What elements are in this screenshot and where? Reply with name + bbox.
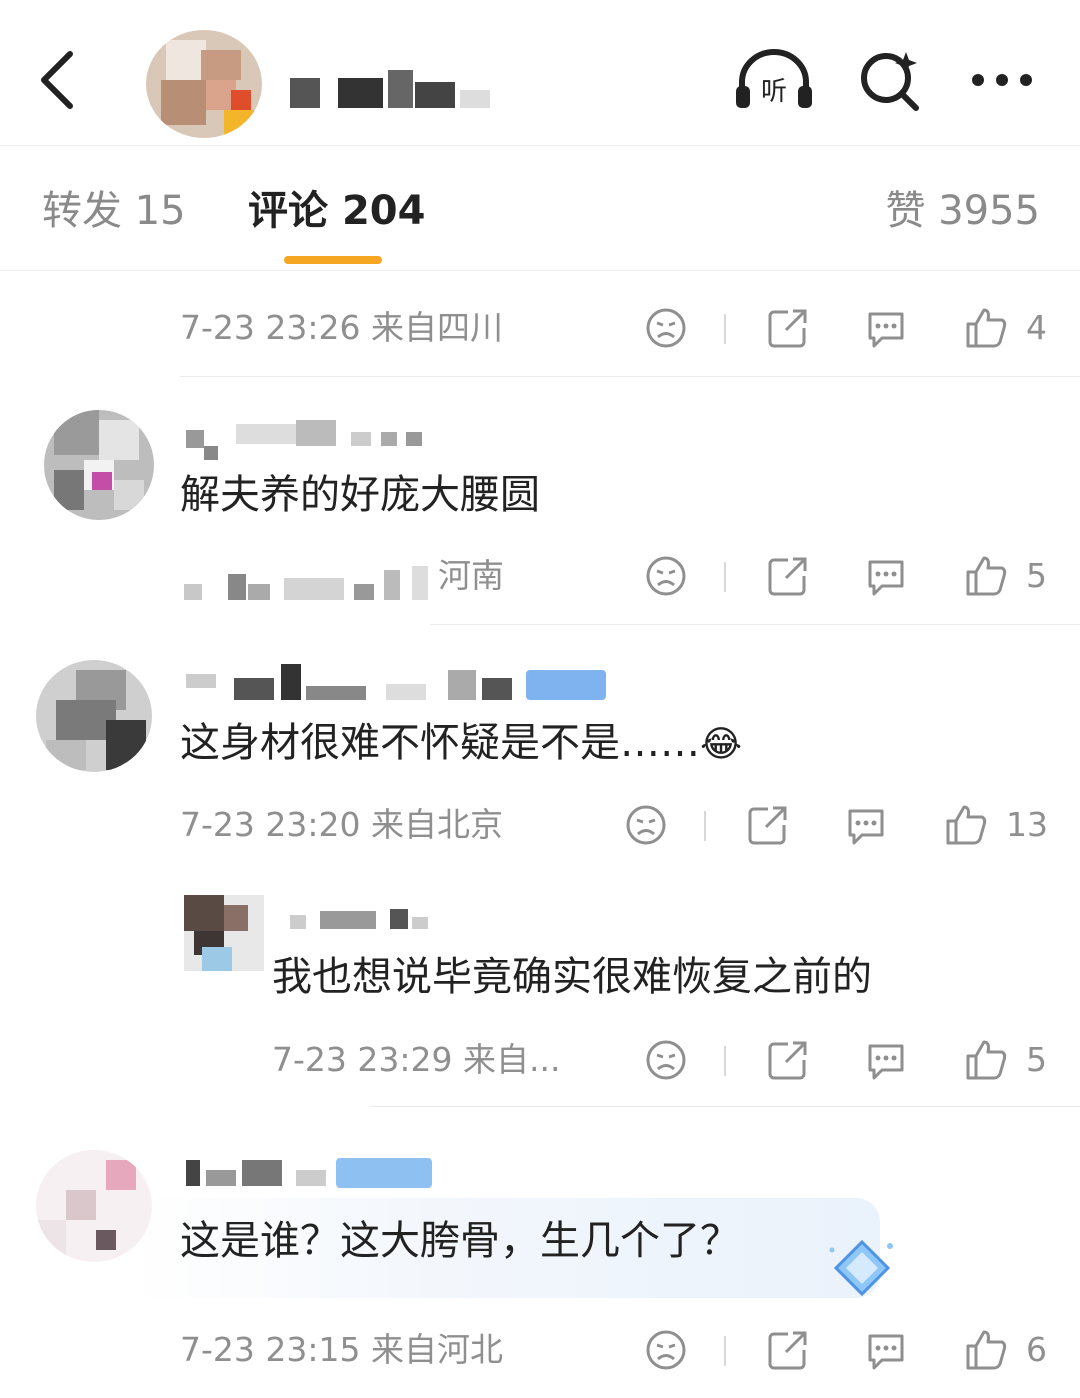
username-blurred[interactable] <box>186 1156 436 1190</box>
comment-meta: 7-23 23:26 来自四川 <box>180 308 503 347</box>
search-icon[interactable] <box>858 48 922 112</box>
tab-repost[interactable]: 转发 15 <box>42 186 186 236</box>
reply-icon[interactable] <box>864 1038 908 1082</box>
like-icon[interactable] <box>964 1328 1008 1372</box>
username-blurred[interactable] <box>186 664 616 704</box>
divider <box>370 1106 1080 1107</box>
share-icon[interactable] <box>766 306 810 350</box>
tab-comment-label: 评论 <box>248 188 328 234</box>
share-icon[interactable] <box>766 1328 810 1372</box>
share-icon[interactable] <box>746 803 790 847</box>
dislike-icon[interactable] <box>624 803 668 847</box>
tab-like-label: 赞 <box>885 188 926 234</box>
comment-actions: 6 <box>640 1328 1060 1378</box>
author-name-blurred[interactable] <box>290 70 490 110</box>
comment-location: 河南 <box>438 556 504 595</box>
listen-icon[interactable]: 听 <box>734 48 814 112</box>
dislike-icon[interactable] <box>644 554 688 598</box>
like-icon[interactable] <box>964 306 1008 350</box>
tab-bar: 转发 15 评论 204 赞 3955 <box>0 146 1080 271</box>
dislike-icon[interactable] <box>644 1038 688 1082</box>
divider <box>704 811 706 841</box>
avatar[interactable] <box>36 660 152 772</box>
like-count: 6 <box>1026 1330 1047 1369</box>
reply-icon[interactable] <box>864 1328 908 1372</box>
tab-repost-label: 转发 <box>42 188 122 234</box>
comment-actions: 5 <box>640 1038 1060 1088</box>
tab-comment[interactable]: 评论 204 <box>248 186 425 236</box>
dislike-icon[interactable] <box>644 306 688 350</box>
comment-meta: 7-23 23:29 来自... <box>272 1040 561 1079</box>
reply-icon[interactable] <box>844 803 888 847</box>
reply-icon[interactable] <box>864 554 908 598</box>
like-count: 4 <box>1026 308 1047 347</box>
divider <box>430 624 1080 625</box>
comment-actions: 13 <box>620 803 1060 853</box>
username-blurred[interactable] <box>290 905 440 935</box>
svg-text:听: 听 <box>761 77 787 107</box>
divider <box>724 1046 726 1076</box>
laugh-cry-emoji-icon: 😂 <box>700 724 743 765</box>
tab-repost-count: 15 <box>134 188 186 234</box>
divider <box>180 376 1080 377</box>
avatar[interactable] <box>44 410 154 520</box>
comment-text: 这是谁？这大胯骨，生几个了？ <box>180 1218 740 1264</box>
comment-meta-blurred <box>184 560 434 602</box>
divider <box>724 314 726 344</box>
divider <box>724 562 726 592</box>
tab-like-count: 3955 <box>938 188 1040 234</box>
divider <box>724 1336 726 1366</box>
like-icon[interactable] <box>964 554 1008 598</box>
comment-text-body: 这身材很难不怀疑是不是…… <box>180 720 700 766</box>
comment-text: 解夫养的好庞大腰圆 <box>180 472 540 518</box>
tab-comment-count: 204 <box>341 188 426 234</box>
reply-icon[interactable] <box>864 306 908 350</box>
share-icon[interactable] <box>766 1038 810 1082</box>
comment-actions: 4 <box>640 306 1060 356</box>
comment-text: 这身材很难不怀疑是不是……😂 <box>180 718 742 770</box>
comment-text: 我也想说毕竟确实很难恢复之前的 <box>272 954 872 1000</box>
comment-meta: 7-23 23:20 来自北京 <box>180 805 503 844</box>
tab-like[interactable]: 赞 3955 <box>885 186 1040 236</box>
more-icon[interactable] <box>970 72 1034 88</box>
comment-meta: 7-23 23:15 来自河北 <box>180 1330 503 1369</box>
dislike-icon[interactable] <box>644 1328 688 1372</box>
diamond-badge-icon <box>826 1238 898 1298</box>
like-icon[interactable] <box>964 1038 1008 1082</box>
back-icon[interactable] <box>36 50 80 110</box>
like-count: 13 <box>1006 805 1048 844</box>
author-avatar[interactable] <box>146 30 262 138</box>
active-tab-indicator <box>284 256 382 264</box>
avatar[interactable] <box>184 895 264 971</box>
like-count: 5 <box>1026 556 1047 595</box>
like-icon[interactable] <box>944 803 988 847</box>
share-icon[interactable] <box>766 554 810 598</box>
top-bar: 听 <box>0 0 1080 146</box>
like-count: 5 <box>1026 1040 1047 1079</box>
comment-actions: 5 <box>640 554 1060 604</box>
username-blurred[interactable] <box>186 420 436 460</box>
